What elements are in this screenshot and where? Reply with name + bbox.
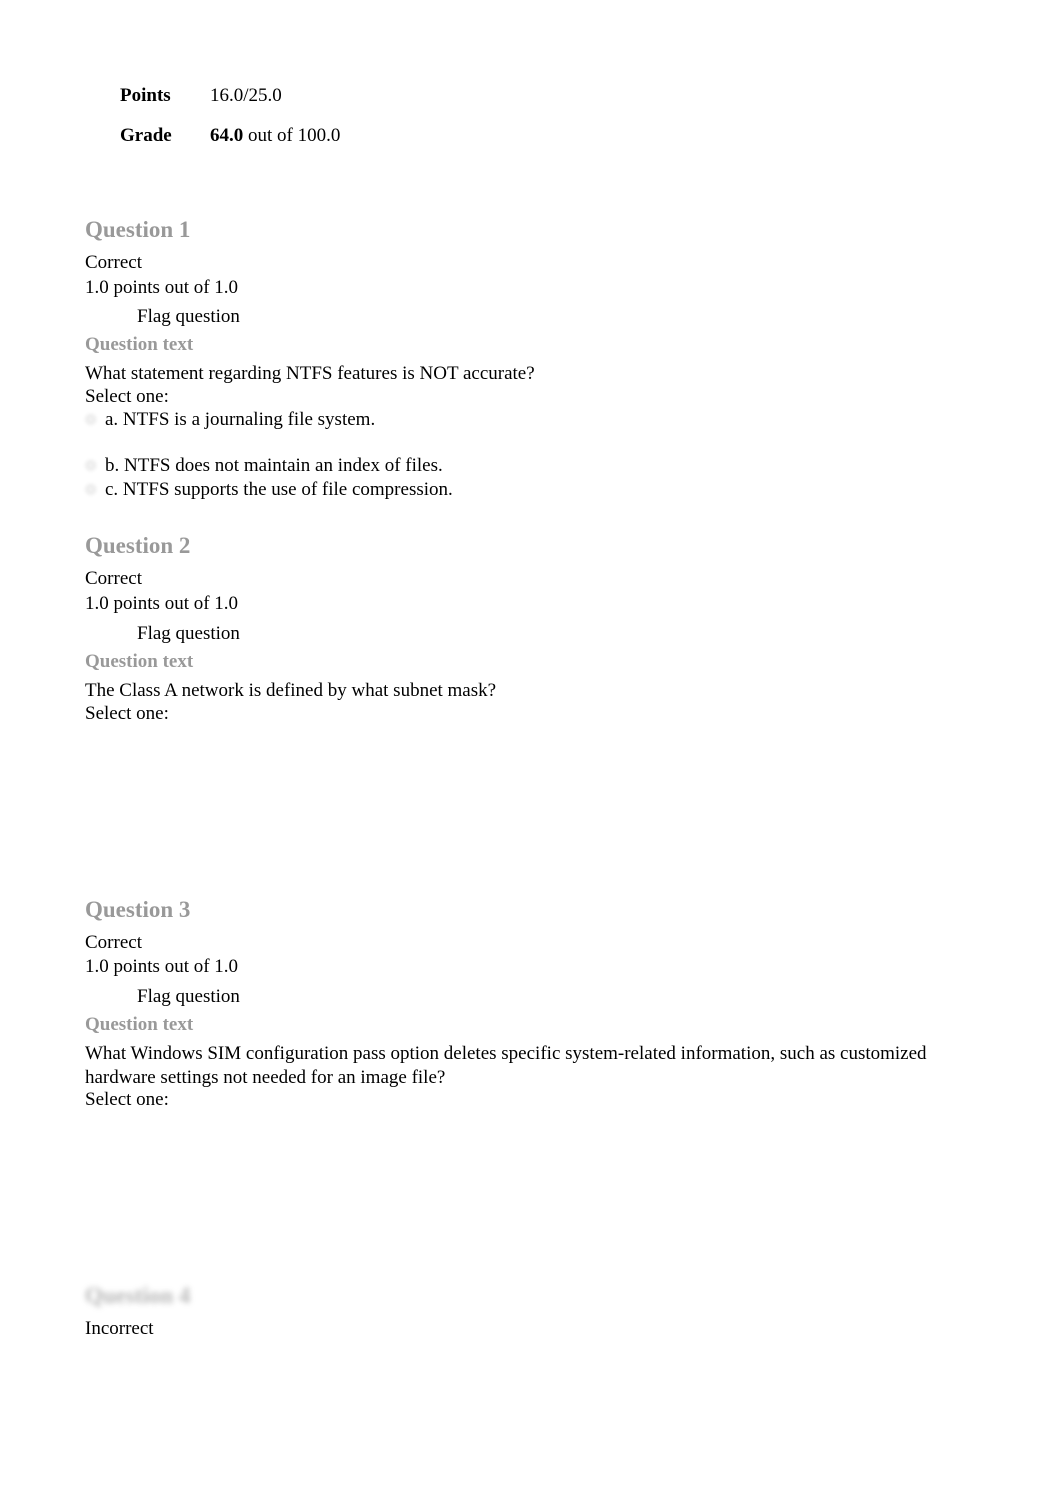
radio-icon[interactable]: ○ [85,478,105,502]
points-row: Points 16.0/25.0 [85,85,977,107]
select-one-label: Select one: [85,1089,977,1111]
radio-icon[interactable]: ○ [85,454,105,478]
select-one-label: Select one: [85,703,977,725]
option-text: b. NTFS does not maintain an index of fi… [105,454,977,478]
question-3: Question 3 Correct 1.0 points out of 1.0… [85,897,977,1252]
grade-value-bold: 64.0 [210,125,243,146]
question-text-heading: Question text [85,1014,977,1036]
status-text: Correct [85,931,977,956]
question-heading: Question 3 [85,897,977,923]
option-text: a. NTFS is a journaling file system. [105,408,977,432]
flag-question-link[interactable]: Flag question [85,623,977,645]
flag-question-link[interactable]: Flag question [85,306,977,328]
question-heading: Question 2 [85,533,977,559]
question-2: Question 2 Correct 1.0 points out of 1.0… [85,533,977,864]
grade-label: Grade [85,125,210,147]
points-text: 1.0 points out of 1.0 [85,592,977,617]
grade-value-rest: out of 100.0 [243,125,340,146]
question-body: What statement regarding NTFS features i… [85,362,977,386]
select-one-label: Select one: [85,386,977,408]
option-text: c. NTFS supports the use of file compres… [105,478,977,502]
question-heading: Question 1 [85,217,977,243]
option-b[interactable]: ○ b. NTFS does not maintain an index of … [85,454,977,478]
points-text: 1.0 points out of 1.0 [85,276,977,301]
hidden-options [85,1111,977,1251]
question-1: Question 1 Correct 1.0 points out of 1.0… [85,217,977,501]
status-text: Incorrect [85,1317,977,1342]
question-body: The Class A network is defined by what s… [85,679,977,703]
status-text: Correct [85,251,977,276]
grade-value: 64.0 out of 100.0 [210,125,340,147]
question-text-heading: Question text [85,651,977,673]
option-a[interactable]: ○ a. NTFS is a journaling file system. [85,408,977,432]
status-text: Correct [85,567,977,592]
radio-icon[interactable]: ○ [85,408,105,432]
hidden-options [85,725,977,865]
option-c[interactable]: ○ c. NTFS supports the use of file compr… [85,478,977,502]
points-text: 1.0 points out of 1.0 [85,955,977,980]
flag-question-link[interactable]: Flag question [85,986,977,1008]
grade-row: Grade 64.0 out of 100.0 [85,125,977,147]
question-heading: Question 4 [85,1283,977,1309]
summary-table: Points 16.0/25.0 Grade 64.0 out of 100.0 [85,85,977,147]
question-body: What Windows SIM configuration pass opti… [85,1042,977,1090]
points-value: 16.0/25.0 [210,85,282,107]
question-text-heading: Question text [85,334,977,356]
question-4: Question 4 Incorrect [85,1283,977,1342]
points-label: Points [85,85,210,107]
